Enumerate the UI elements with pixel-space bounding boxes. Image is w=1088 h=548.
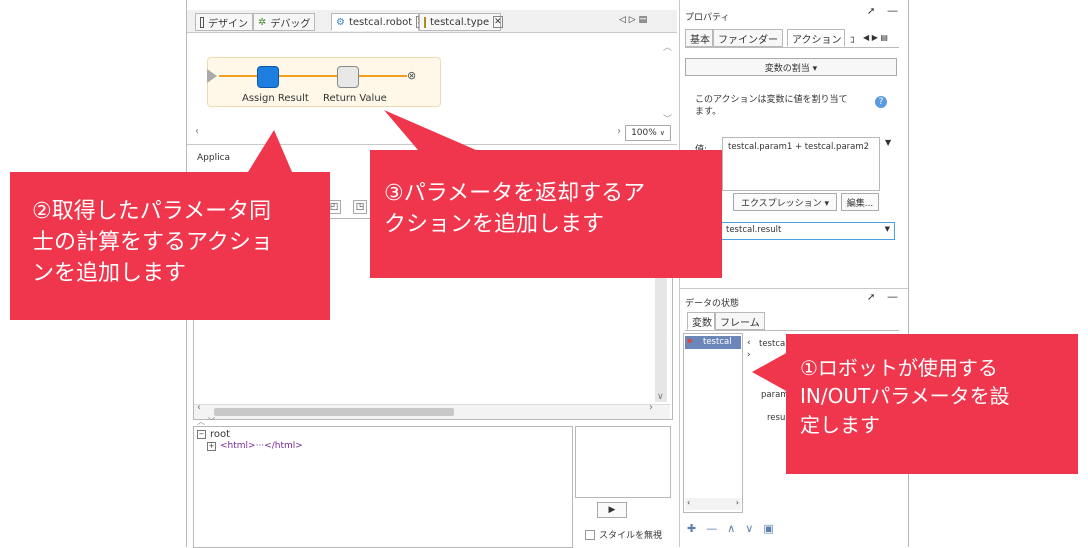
callout-1-line-1: ①ロボットが使用する (800, 356, 998, 380)
callout-1-pointer (752, 352, 788, 392)
callout-3-line-1: ③パラメータを返却するア (384, 181, 646, 206)
callout-3-text: ③パラメータを返却するア クションを追加します (384, 178, 645, 240)
callout-2-pointer (248, 130, 292, 172)
callout-2-text: ②取得したパラメータ同 士の計算をするアクショ ンを追加します (32, 196, 273, 290)
callout-1-line-3: 定します (800, 412, 880, 437)
callout-1-line-2: IN/OUTパラメータを設 (800, 384, 1010, 409)
callout-2-line-1: ②取得したパラメータ同 (32, 199, 272, 224)
callout-3-line-2: クションを追加します (384, 212, 605, 238)
callout-3-pointer (384, 110, 476, 150)
callout-2-line-2: 士の計算をするアクショ (32, 230, 273, 256)
callout-1-text: ①ロボットが使用する IN/OUTパラメータを設 定します (800, 354, 1010, 439)
callout-2-line-3: ンを追加します (32, 261, 187, 287)
